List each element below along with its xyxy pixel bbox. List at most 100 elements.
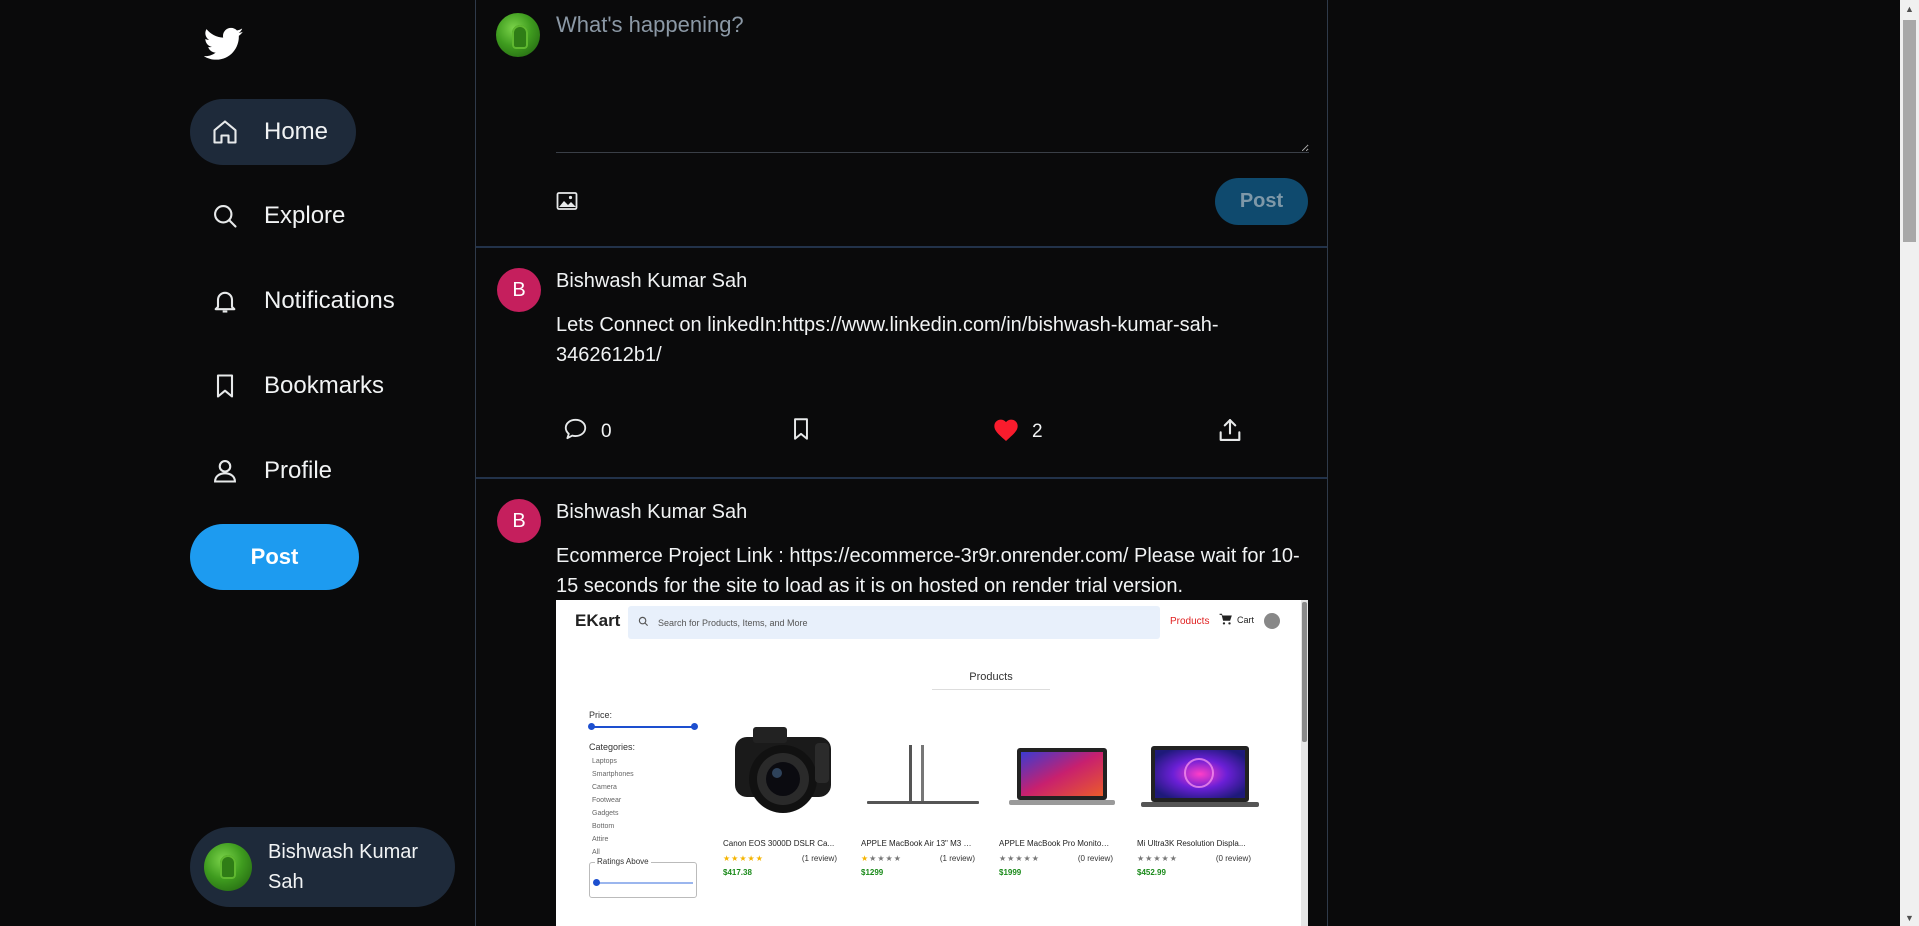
ratings-filter: Ratings Above xyxy=(589,857,697,898)
search-icon xyxy=(210,201,240,231)
ekart-nav-cart: Cart xyxy=(1219,613,1254,627)
product-card: APPLE MacBook Air 13" M3 M... ★★★★★ (1 r… xyxy=(861,715,986,877)
scroll-up-arrow-icon[interactable]: ▲ xyxy=(1900,0,1919,17)
tweet-card[interactable]: B Bishwash Kumar Sah Ecommerce Project L… xyxy=(476,479,1327,926)
ekart-user-icon xyxy=(1264,613,1280,629)
product-title: Canon EOS 3000D DSLR Ca... xyxy=(723,839,835,848)
sidebar-post-button[interactable]: Post xyxy=(190,524,359,590)
price-slider xyxy=(588,723,698,730)
categories-list: Laptops Smartphones Camera Footwear Gadg… xyxy=(589,755,709,859)
user-avatar xyxy=(204,843,252,891)
tweet-card[interactable]: B Bishwash Kumar Sah Lets Connect on lin… xyxy=(476,248,1327,479)
author-name[interactable]: Bishwash Kumar Sah xyxy=(556,501,747,524)
product-card: Canon EOS 3000D DSLR Ca... ★★★★★ (1 revi… xyxy=(723,715,848,877)
product-card: Mi Ultra3K Resolution Displa... ★★★★★ (0… xyxy=(1137,715,1262,877)
like-button[interactable]: 2 xyxy=(992,416,1043,447)
nav-profile[interactable]: Profile xyxy=(190,438,360,504)
category-item: Camera xyxy=(592,784,617,791)
author-avatar[interactable]: B xyxy=(497,268,541,312)
image-upload-icon[interactable] xyxy=(556,191,578,211)
share-button[interactable] xyxy=(1216,416,1244,449)
cart-icon xyxy=(1219,613,1233,627)
ekart-search-placeholder: Search for Products, Items, and More xyxy=(658,617,808,628)
ekart-products-heading: Products xyxy=(932,671,1050,690)
nav-bookmarks-label: Bookmarks xyxy=(264,372,385,399)
home-icon xyxy=(210,117,240,147)
tweet-composer: Post xyxy=(476,0,1327,248)
price-filter-label: Price: xyxy=(589,710,613,720)
nav-bookmarks[interactable]: Bookmarks xyxy=(190,353,412,419)
account-switcher[interactable]: Bishwash Kumar Sah xyxy=(190,827,455,907)
author-name[interactable]: Bishwash Kumar Sah xyxy=(556,270,747,293)
product-rating-stars: ★★★★★ xyxy=(1137,854,1178,863)
main-feed: Post B Bishwash Kumar Sah Lets Connect o… xyxy=(475,0,1328,926)
search-icon xyxy=(638,614,649,632)
user-name: Bishwash Kumar Sah xyxy=(268,841,419,893)
scrollbar-thumb[interactable] xyxy=(1903,20,1916,242)
nav-explore[interactable]: Explore xyxy=(190,183,373,249)
ekart-nav-products: Products xyxy=(1170,616,1210,627)
ekart-filters: Price: Categories: Laptops Smartphones C… xyxy=(588,710,709,859)
ekart-search-bar: Search for Products, Items, and More xyxy=(628,606,1160,639)
reply-button[interactable]: 0 xyxy=(562,416,612,447)
composer-input[interactable] xyxy=(556,12,1309,153)
category-item: Laptops xyxy=(592,758,617,765)
nav-home-label: Home xyxy=(264,118,329,145)
nav-notifications-label: Notifications xyxy=(264,287,395,314)
category-item: Footwear xyxy=(592,797,622,804)
ekart-cart-label: Cart xyxy=(1237,615,1255,625)
bookmark-button[interactable] xyxy=(788,416,814,447)
tweet-actions: 0 2 xyxy=(556,416,1256,446)
nav-notifications[interactable]: Notifications xyxy=(190,268,423,334)
share-icon xyxy=(1216,416,1244,449)
product-rating-stars: ★★★★★ xyxy=(861,854,902,863)
product-card: APPLE MacBook Pro Monitor ... ★★★★★ (0 r… xyxy=(999,715,1124,877)
left-sidebar: Home Explore Notifications Bookmarks Pro… xyxy=(190,0,470,926)
product-title: APPLE MacBook Air 13" M3 M... xyxy=(861,839,973,848)
ekart-logo: EKart xyxy=(575,611,621,630)
product-title: Mi Ultra3K Resolution Displa... xyxy=(1137,839,1246,848)
ratings-label: Ratings Above xyxy=(595,857,651,866)
macbook-pro-image xyxy=(999,715,1124,827)
composer-post-button[interactable]: Post xyxy=(1215,178,1308,225)
product-reviews: (0 review) xyxy=(1077,854,1113,863)
bookmark-icon xyxy=(788,416,814,447)
category-item: Smartphones xyxy=(592,771,634,778)
product-reviews: (1 review) xyxy=(939,854,975,863)
product-price: $417.38 xyxy=(723,868,752,877)
mi-laptop-image xyxy=(1137,715,1262,827)
composer-avatar xyxy=(496,13,540,57)
camera-image xyxy=(723,715,848,827)
comment-icon xyxy=(562,416,589,447)
scroll-down-arrow-icon[interactable]: ▼ xyxy=(1900,909,1919,926)
twitter-bird-icon[interactable] xyxy=(203,24,244,64)
product-price: $452.99 xyxy=(1137,868,1166,877)
ratings-slider xyxy=(593,879,693,886)
product-reviews: (1 review) xyxy=(801,854,837,863)
bookmark-icon xyxy=(210,371,240,401)
like-count: 2 xyxy=(1032,420,1043,442)
product-price: $1299 xyxy=(861,868,884,877)
nav-explore-label: Explore xyxy=(264,202,346,229)
bell-icon xyxy=(210,286,240,316)
tweet-image[interactable]: EKart Search for Products, Items, and Mo… xyxy=(556,600,1308,926)
page-scrollbar[interactable]: ▲ ▼ xyxy=(1900,0,1919,926)
category-item: Attire xyxy=(592,836,609,843)
product-price: $1999 xyxy=(999,868,1022,877)
product-rating-stars: ★★★★★ xyxy=(723,854,764,863)
category-item: Gadgets xyxy=(592,810,619,817)
reply-count: 0 xyxy=(601,420,612,442)
product-reviews: (0 review) xyxy=(1215,854,1251,863)
product-title: APPLE MacBook Pro Monitor ... xyxy=(999,839,1111,848)
nav-profile-label: Profile xyxy=(264,457,333,484)
author-avatar[interactable]: B xyxy=(497,499,541,543)
nav-home[interactable]: Home xyxy=(190,99,357,165)
categories-label: Categories: xyxy=(589,742,636,752)
profile-icon xyxy=(210,456,240,486)
category-item: Bottom xyxy=(592,823,615,830)
tweet-text: Lets Connect on linkedIn:https://www.lin… xyxy=(556,314,1219,366)
macbook-air-image xyxy=(861,715,986,827)
embedded-scrollbar xyxy=(1301,600,1308,926)
product-rating-stars: ★★★★★ xyxy=(999,854,1040,863)
tweet-text: Ecommerce Project Link : https://ecommer… xyxy=(556,545,1300,597)
